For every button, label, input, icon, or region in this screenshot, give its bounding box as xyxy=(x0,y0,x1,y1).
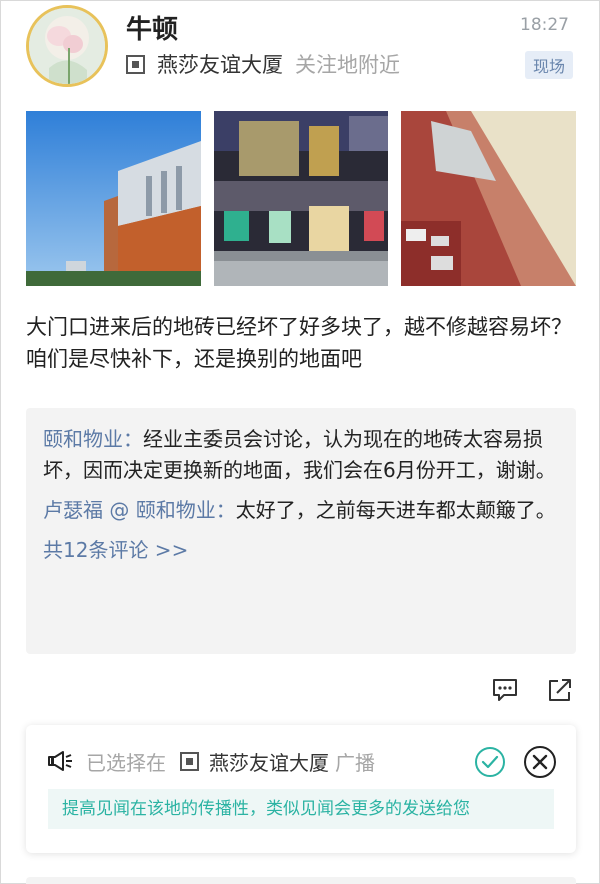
broadcast-suffix: 广播 xyxy=(335,750,375,775)
photo-mall-exterior[interactable] xyxy=(26,111,201,286)
broadcast-row: 已选择在 燕莎友谊大厦 广播 xyxy=(46,745,375,777)
scene-tag: 现场 xyxy=(524,51,573,79)
photo-grid xyxy=(26,111,577,286)
comment-text: 太好了，之前每天进车都太颠簸了。 xyxy=(235,498,556,522)
megaphone-icon xyxy=(48,751,72,771)
check-circle-icon[interactable] xyxy=(474,746,506,778)
broadcast-location[interactable]: 燕莎友谊大厦 xyxy=(209,747,329,776)
comment-icon[interactable] xyxy=(491,676,519,704)
comment-author[interactable]: 卢瑟福 @ 颐和物业： xyxy=(43,498,236,522)
location-sub: 关注地附近 xyxy=(295,53,400,77)
post-time: 18:27 xyxy=(520,15,569,35)
comment-item[interactable]: 颐和物业：经业主委员会讨论，认为现在的地砖太容易损坏，因而决定更换新的地面，我们… xyxy=(43,424,559,486)
post-text: 大门口进来后的地砖已经坏了好多块了，越不修越容易坏？咱们是尽快补下，还是换别的地… xyxy=(26,315,572,371)
photo-mall-atrium[interactable] xyxy=(213,111,389,286)
building-icon xyxy=(180,751,199,771)
share-icon[interactable] xyxy=(546,676,574,704)
view-all-comments-link[interactable]: 共12条评论 >> xyxy=(43,535,559,565)
post-card: 牛顿 18:27 燕莎友谊大厦 关注地附近 现场 大门口进来后的地砖已经坏了好多… xyxy=(0,0,600,884)
building-icon xyxy=(126,54,145,74)
close-circle-icon[interactable] xyxy=(523,745,557,779)
avatar[interactable] xyxy=(26,5,108,87)
broadcast-card: 已选择在 燕莎友谊大厦 广播 提高见闻在该地的传播性，类似见闻会更多的发送给您 xyxy=(26,725,576,853)
comment-author[interactable]: 颐和物业： xyxy=(43,427,143,451)
location-name: 燕莎友谊大厦 xyxy=(157,53,283,77)
comments-box: 颐和物业：经业主委员会讨论，认为现在的地砖太容易损坏，因而决定更换新的地面，我们… xyxy=(26,408,576,654)
location-row[interactable]: 燕莎友谊大厦 关注地附近 xyxy=(126,49,400,79)
comment-item[interactable]: 卢瑟福 @ 颐和物业：太好了，之前每天进车都太颠簸了。 xyxy=(43,495,559,526)
photo-mall-facade[interactable] xyxy=(401,111,577,286)
broadcast-prefix: 已选择在 xyxy=(86,750,166,775)
next-card-edge xyxy=(26,877,576,884)
username[interactable]: 牛顿 xyxy=(126,9,178,46)
broadcast-hint: 提高见闻在该地的传播性，类似见闻会更多的发送给您 xyxy=(48,789,554,829)
